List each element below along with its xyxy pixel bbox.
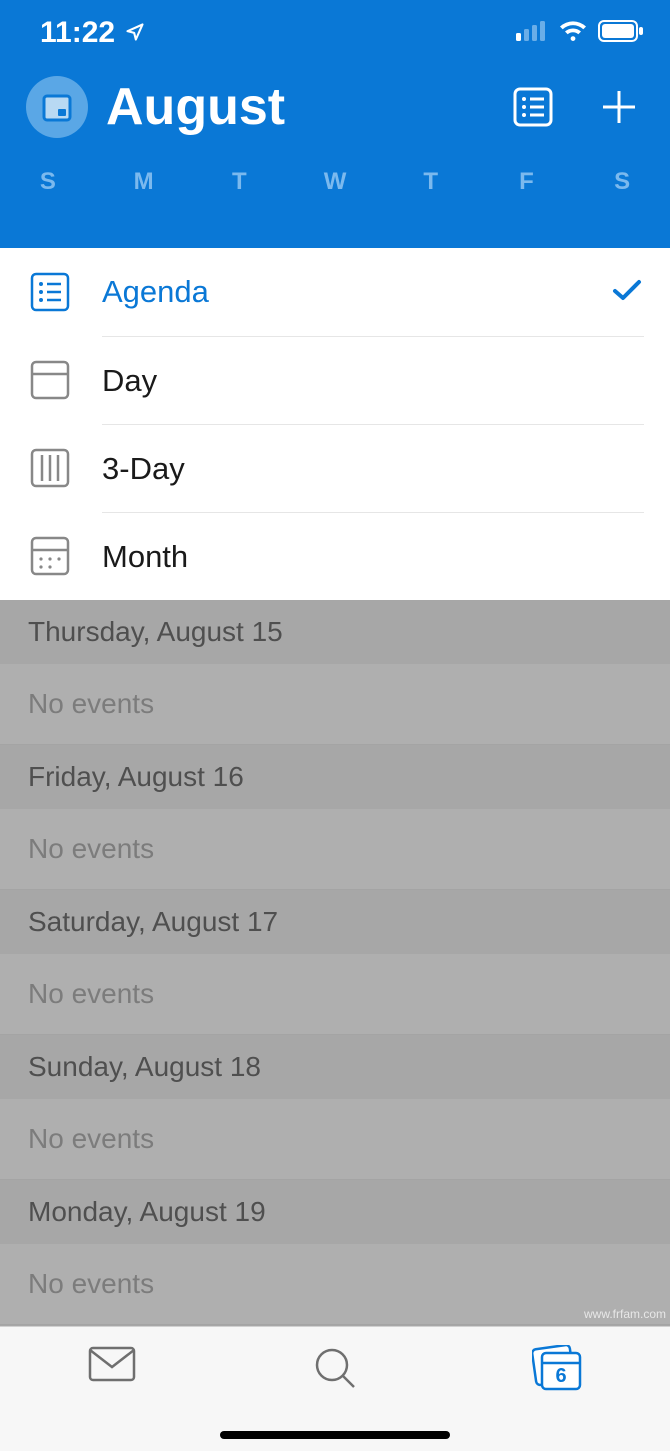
- view-option-month[interactable]: Month: [0, 512, 670, 600]
- agenda-day-header: Friday, August 16: [0, 745, 670, 809]
- weekday-row: S M T W T F S: [0, 148, 670, 208]
- month-title[interactable]: August: [106, 77, 470, 137]
- svg-text:6: 6: [556, 1365, 567, 1387]
- agenda-day-header: Monday, August 19: [0, 1180, 670, 1244]
- agenda-no-events: No events: [0, 1099, 670, 1180]
- location-icon: [125, 16, 145, 50]
- tab-bar: 6: [0, 1326, 670, 1451]
- agenda-day-header: Thursday, August 15: [0, 600, 670, 664]
- cell-signal-icon: [516, 21, 548, 46]
- weekday-label: F: [479, 168, 575, 196]
- title-row: August: [0, 58, 670, 148]
- agenda-list: Thursday, August 15 No events Friday, Au…: [0, 600, 670, 1389]
- wifi-icon: [558, 20, 588, 47]
- agenda-icon: [28, 270, 72, 314]
- watermark: www.frfam.com: [584, 1307, 666, 1321]
- agenda-no-events: No events: [0, 664, 670, 745]
- weekday-label: M: [96, 168, 192, 196]
- agenda-no-events: No events: [0, 809, 670, 890]
- status-time: 11:22: [40, 16, 115, 50]
- checkmark-icon: [610, 273, 644, 312]
- day-icon: [28, 358, 72, 402]
- view-option-label: Month: [102, 539, 644, 575]
- weekday-label: W: [287, 168, 383, 196]
- tab-mail[interactable]: [0, 1345, 223, 1383]
- view-switch-button[interactable]: [510, 84, 556, 130]
- view-option-label: Day: [102, 363, 644, 399]
- agenda-day-header: Sunday, August 18: [0, 1035, 670, 1099]
- tab-search[interactable]: [223, 1345, 446, 1391]
- agenda-no-events: No events: [0, 954, 670, 1035]
- view-option-label: Agenda: [102, 274, 610, 310]
- tab-calendar[interactable]: 6: [447, 1345, 670, 1393]
- view-option-day[interactable]: Day: [0, 336, 670, 424]
- weekday-label: T: [191, 168, 287, 196]
- weekday-label: S: [0, 168, 96, 196]
- weekday-label: S: [574, 168, 670, 196]
- add-event-button[interactable]: [596, 84, 642, 130]
- agenda-day-header: Saturday, August 17: [0, 890, 670, 954]
- view-menu: Agenda Day 3-Day Month: [0, 248, 670, 600]
- status-bar: 11:22: [0, 0, 670, 58]
- view-option-label: 3-Day: [102, 451, 644, 487]
- month-icon: [28, 534, 72, 578]
- view-option-agenda[interactable]: Agenda: [0, 248, 670, 336]
- home-indicator[interactable]: [220, 1431, 450, 1439]
- app-header: 11:22 August: [0, 0, 670, 248]
- battery-icon: [598, 20, 644, 47]
- agenda-no-events: No events: [0, 1244, 670, 1325]
- three-day-icon: [28, 446, 72, 490]
- weekday-label: T: [383, 168, 479, 196]
- calendar-badge-icon[interactable]: [26, 76, 88, 138]
- view-option-3day[interactable]: 3-Day: [0, 424, 670, 512]
